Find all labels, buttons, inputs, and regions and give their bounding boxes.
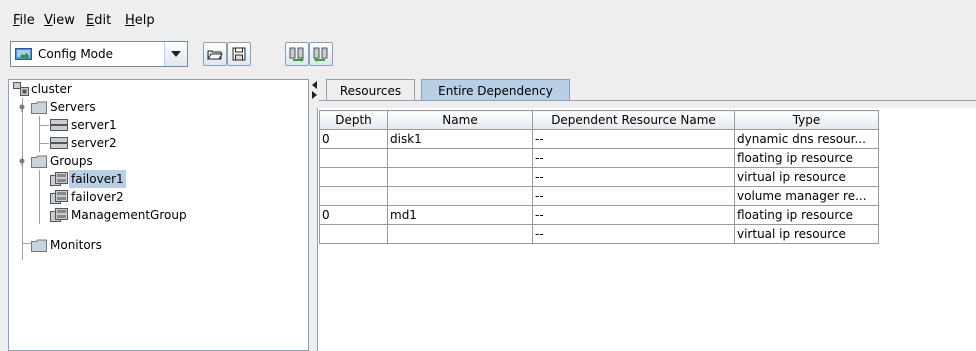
collapse-left-icon[interactable]: [312, 81, 318, 89]
cell-dependent-resource: --: [532, 205, 735, 225]
table-row[interactable]: -- floating ip resource: [319, 148, 879, 168]
tree-label-servers: Servers: [50, 100, 96, 114]
cell-dependent-resource: --: [532, 186, 735, 206]
menu-file[interactable]: File: [13, 13, 35, 28]
mode-select-value: Config Mode: [38, 47, 114, 61]
save-icon: [232, 47, 246, 61]
apply-configuration-icon: [313, 47, 328, 62]
menu-view[interactable]: View: [44, 13, 75, 28]
table-row[interactable]: -- volume manager re...: [319, 186, 879, 206]
column-header-type[interactable]: Type: [734, 110, 879, 130]
tree-label-managementgroup: ManagementGroup: [71, 208, 187, 222]
cell-name: md1: [387, 205, 533, 225]
column-header-depth[interactable]: Depth: [319, 110, 388, 130]
open-button[interactable]: [203, 42, 227, 66]
cell-depth: [319, 186, 388, 206]
get-configuration-icon: [289, 47, 304, 62]
cell-dependent-resource: --: [532, 167, 735, 187]
table-row[interactable]: -- virtual ip resource: [319, 224, 879, 244]
tree-label-monitors: Monitors: [50, 238, 102, 252]
group-icon: [50, 172, 68, 186]
menu-edit[interactable]: Edit: [86, 13, 111, 28]
cell-dependent-resource: --: [532, 224, 735, 244]
cell-name: disk1: [387, 129, 533, 149]
cell-name: [387, 148, 533, 168]
cell-type: dynamic dns resour...: [734, 129, 879, 149]
tree-pane: cluster Servers server1 server2 Groups f…: [8, 79, 309, 351]
folder-icon: [31, 101, 47, 114]
tree-label-server1: server1: [71, 118, 117, 132]
cell-type: virtual ip resource: [734, 167, 879, 187]
folder-icon: [31, 239, 47, 252]
cell-name: [387, 186, 533, 206]
table-header-row: Depth Name Dependent Resource Name Type: [319, 110, 879, 130]
table-row[interactable]: 0 md1 -- floating ip resource: [319, 205, 879, 225]
menu-bar: File View Edit Help: [0, 0, 976, 30]
tab-resources[interactable]: Resources: [326, 79, 415, 101]
folder-icon: [31, 155, 47, 168]
group-icon: [50, 208, 68, 222]
tree-label-failover2: failover2: [71, 190, 124, 204]
get-configuration-button[interactable]: [285, 42, 309, 66]
dependency-table: Depth Name Dependent Resource Name Type …: [319, 110, 879, 244]
cell-dependent-resource: --: [532, 148, 735, 168]
cell-dependent-resource: --: [532, 129, 735, 149]
collapse-right-icon[interactable]: [312, 91, 318, 99]
open-icon: [207, 50, 223, 60]
menu-help[interactable]: Help: [125, 13, 155, 28]
cell-depth: 0: [319, 205, 388, 225]
cell-depth: [319, 224, 388, 244]
tab-entire-dependency[interactable]: Entire Dependency: [421, 79, 570, 101]
group-icon: [50, 190, 68, 204]
column-header-name[interactable]: Name: [387, 110, 533, 130]
cell-depth: 0: [319, 129, 388, 149]
cell-type: floating ip resource: [734, 205, 879, 225]
server-icon: [50, 137, 68, 149]
table-row[interactable]: -- virtual ip resource: [319, 167, 879, 187]
mode-dropdown-button[interactable]: [164, 42, 187, 66]
cell-depth: [319, 167, 388, 187]
cell-type: floating ip resource: [734, 148, 879, 168]
server-icon: [50, 119, 68, 131]
tree-label-server2: server2: [71, 136, 117, 150]
config-mode-icon: [15, 48, 32, 60]
expand-toggle-icon[interactable]: [17, 158, 27, 166]
tree-label-cluster: cluster: [31, 82, 72, 96]
cell-depth: [319, 148, 388, 168]
column-header-dependent-resource-name[interactable]: Dependent Resource Name: [532, 110, 735, 130]
cell-type: virtual ip resource: [734, 224, 879, 244]
mode-select[interactable]: Config Mode: [10, 41, 188, 67]
chevron-down-icon: [171, 51, 181, 57]
tree-label-groups: Groups: [50, 154, 93, 168]
cell-type: volume manager re...: [734, 186, 879, 206]
tree-label-failover1: failover1: [69, 170, 126, 188]
cell-name: [387, 224, 533, 244]
tab-underline: [319, 100, 976, 101]
cluster-icon: [13, 82, 29, 96]
expand-toggle-icon[interactable]: [17, 104, 27, 112]
apply-configuration-button[interactable]: [309, 42, 333, 66]
save-button[interactable]: [227, 42, 251, 66]
cell-name: [387, 167, 533, 187]
table-row[interactable]: 0 disk1 -- dynamic dns resour...: [319, 129, 879, 149]
